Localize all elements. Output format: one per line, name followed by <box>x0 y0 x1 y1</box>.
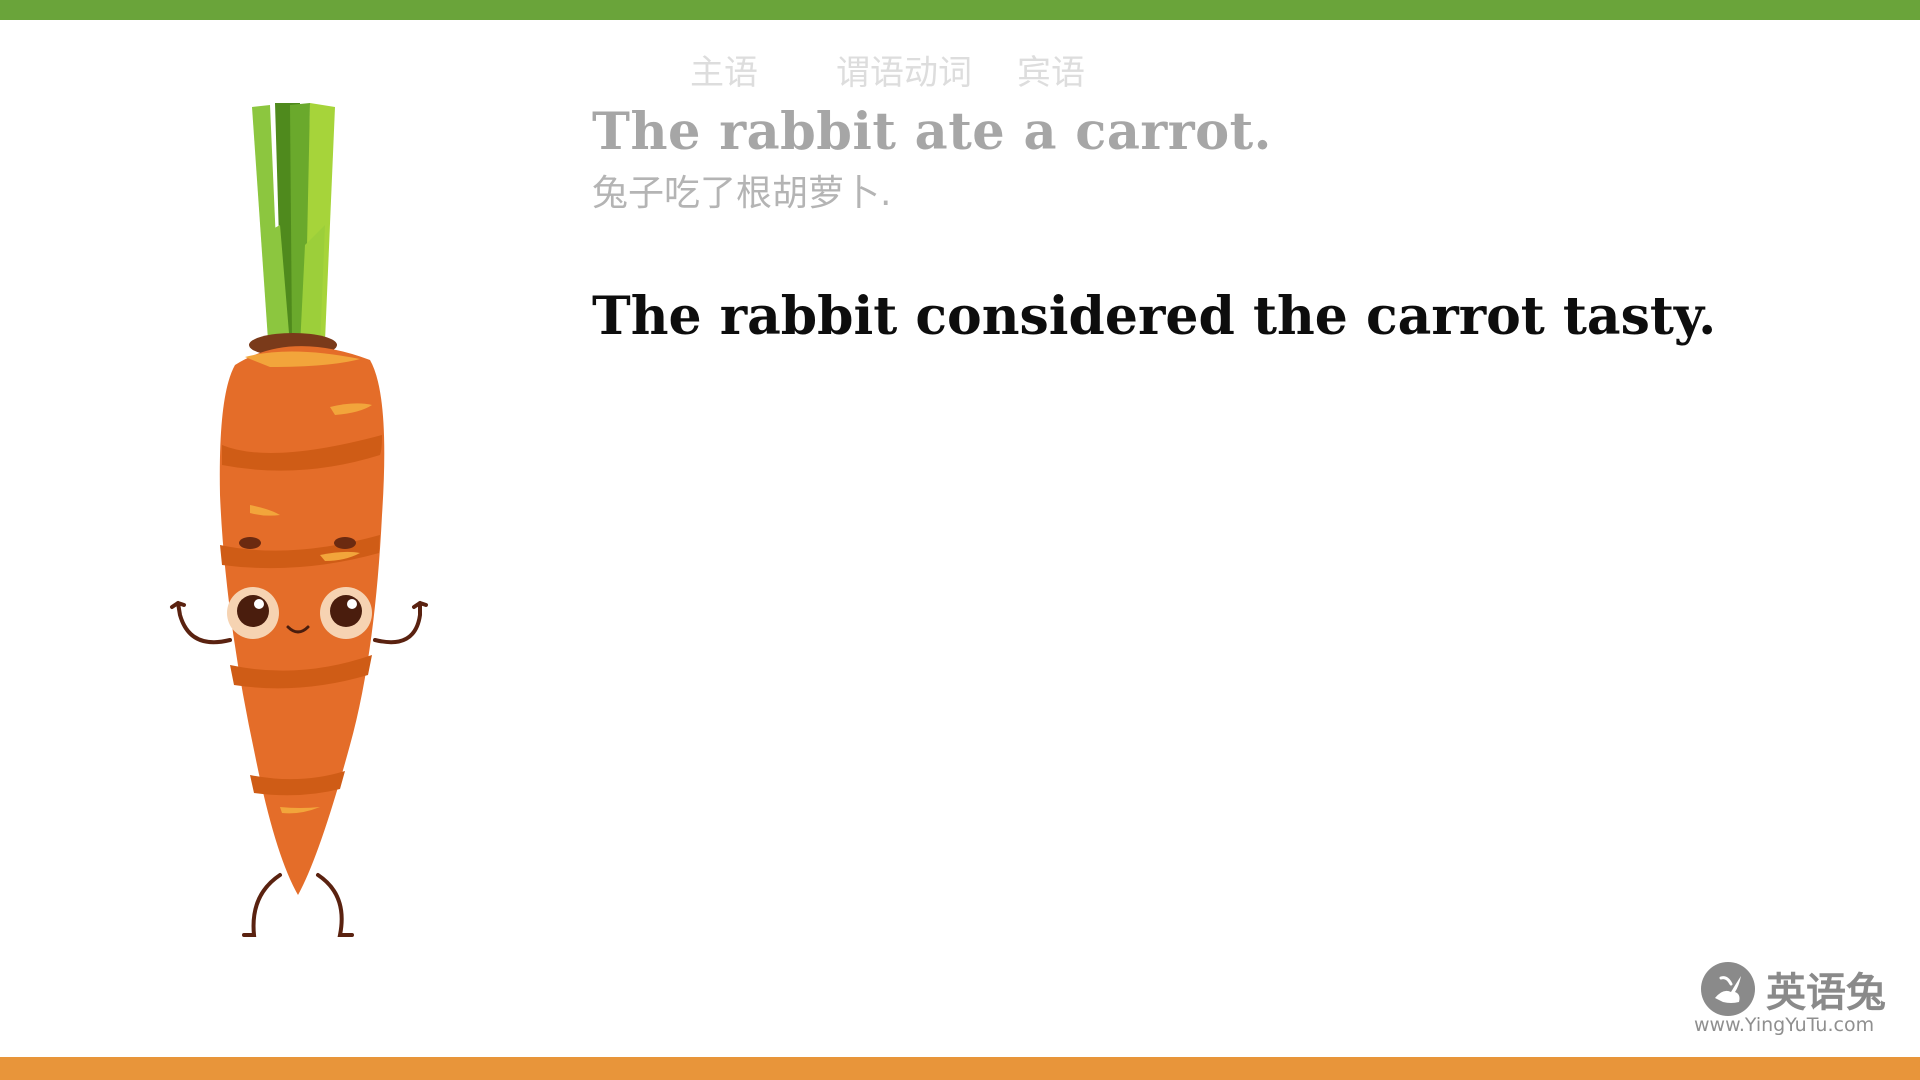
carrot-character-icon <box>170 103 428 937</box>
left-eye <box>227 587 279 639</box>
brand-url: www.YingYuTu.com <box>1694 1014 1875 1036</box>
right-eye <box>320 587 372 639</box>
bottom-accent-bar <box>0 1057 1920 1080</box>
subtitle-text: 如: <box>918 976 1002 1046</box>
faded-example-translation: 兔子吃了根胡萝卜. <box>592 173 892 214</box>
subtitle-caption: 如: <box>918 962 1002 1049</box>
brand-watermark: 英语兔 www.YingYuTu.com <box>1694 960 1900 1040</box>
right-eyebrow <box>334 537 356 549</box>
object-label: 宾语 <box>1017 53 1085 93</box>
grammar-labels: 主语 谓语动词 宾语 <box>0 45 1920 93</box>
rabbit-logo-icon <box>1701 962 1755 1016</box>
faded-example-sentence: The rabbit ate a carrot. <box>592 102 1272 162</box>
main-example-sentence: The rabbit considered the carrot tasty. <box>592 286 1717 347</box>
left-eyebrow <box>239 537 261 549</box>
video-frame: 主语 谓语动词 宾语 The rabbit ate a carrot. 兔子吃了… <box>0 0 1920 1080</box>
subject-label: 主语 <box>690 53 758 93</box>
verb-label: 谓语动词 <box>836 53 972 93</box>
carrot-leaves <box>252 103 335 347</box>
top-accent-bar <box>0 0 1920 20</box>
brand-name: 英语兔 <box>1766 969 1886 1016</box>
